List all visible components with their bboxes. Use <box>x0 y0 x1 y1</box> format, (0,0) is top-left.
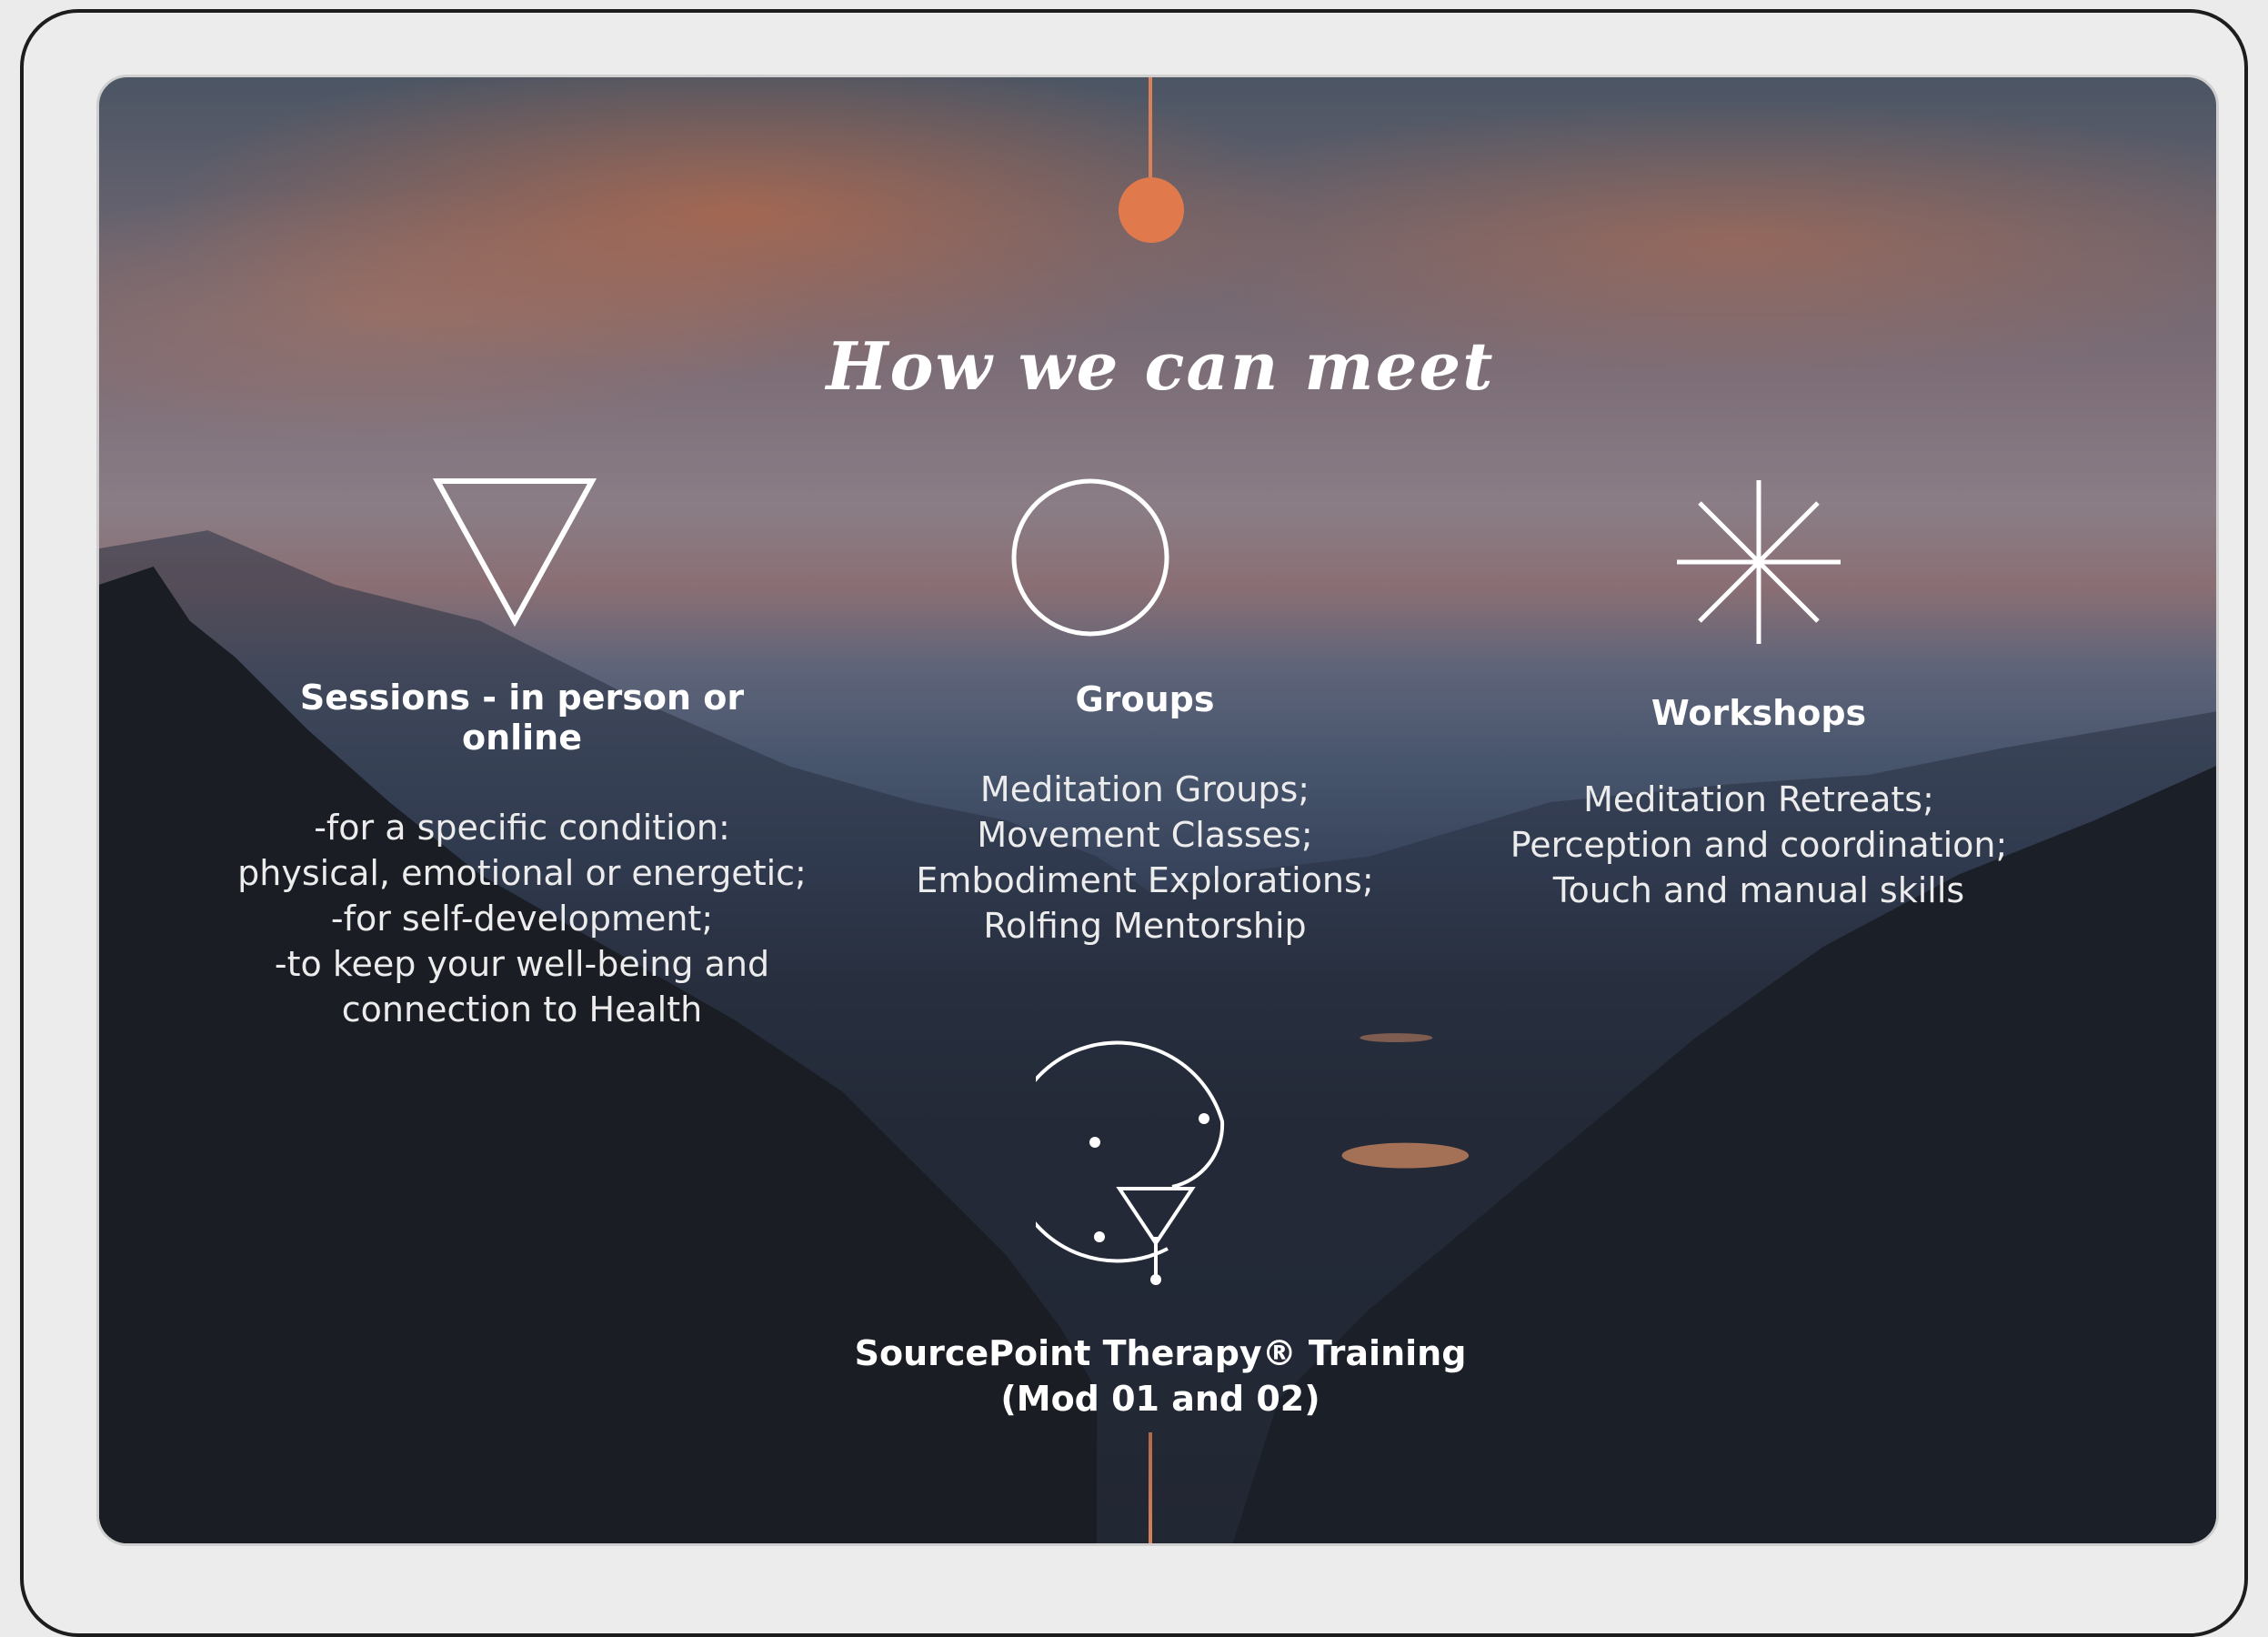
workshops-description: Meditation Retreats; Perception and coor… <box>1463 777 2054 913</box>
page-title: How we can meet <box>826 327 1495 405</box>
triangle-icon <box>432 478 597 627</box>
sessions-line: -for self-development; <box>330 899 714 939</box>
sessions-line: connection to Health <box>341 989 703 1029</box>
circle-icon <box>1011 478 1169 637</box>
timeline-connector <box>1149 77 1152 177</box>
sessions-column: Sessions - in person or online -for a sp… <box>236 678 808 1032</box>
device-frame: How we can meet Sessions - in person or … <box>20 9 2248 1637</box>
timeline-connector-bottom <box>1149 1432 1152 1543</box>
workshops-heading: Workshops <box>1651 693 1867 733</box>
groups-line: Meditation Groups; <box>979 769 1310 809</box>
groups-heading: Groups <box>1075 679 1215 719</box>
sourcepoint-logo-icon <box>1036 1040 1225 1285</box>
groups-line: Movement Classes; <box>977 815 1313 855</box>
workshops-line: Perception and coordination; <box>1510 825 2008 865</box>
groups-line: Embodiment Explorations; <box>916 860 1374 900</box>
sessions-line: -to keep your well-being and <box>274 944 770 984</box>
training-subtitle: (Mod 01 and 02) <box>1000 1379 1320 1419</box>
sessions-line: -for a specific condition: <box>314 808 730 848</box>
sessions-description: -for a specific condition: physical, emo… <box>236 805 808 1032</box>
star-burst-icon <box>1677 480 1841 644</box>
groups-column: Groups Meditation Groups; Movement Class… <box>854 679 1436 949</box>
hero-panel: How we can meet Sessions - in person or … <box>96 75 2219 1546</box>
training-label: SourcePoint Therapy® Training (Mod 01 an… <box>736 1331 1585 1421</box>
timeline-dot <box>1119 177 1184 243</box>
groups-line: Rolfing Mentorship <box>983 906 1307 946</box>
sessions-heading: Sessions - in person or online <box>299 678 745 758</box>
workshops-line: Meditation Retreats; <box>1583 779 1934 819</box>
training-title: SourcePoint Therapy® Training <box>854 1333 1467 1373</box>
workshops-column: Workshops Meditation Retreats; Perceptio… <box>1463 693 2054 913</box>
groups-description: Meditation Groups; Movement Classes; Emb… <box>854 767 1436 949</box>
sessions-line: physical, emotional or energetic; <box>237 853 807 893</box>
workshops-line: Touch and manual skills <box>1552 870 1965 910</box>
